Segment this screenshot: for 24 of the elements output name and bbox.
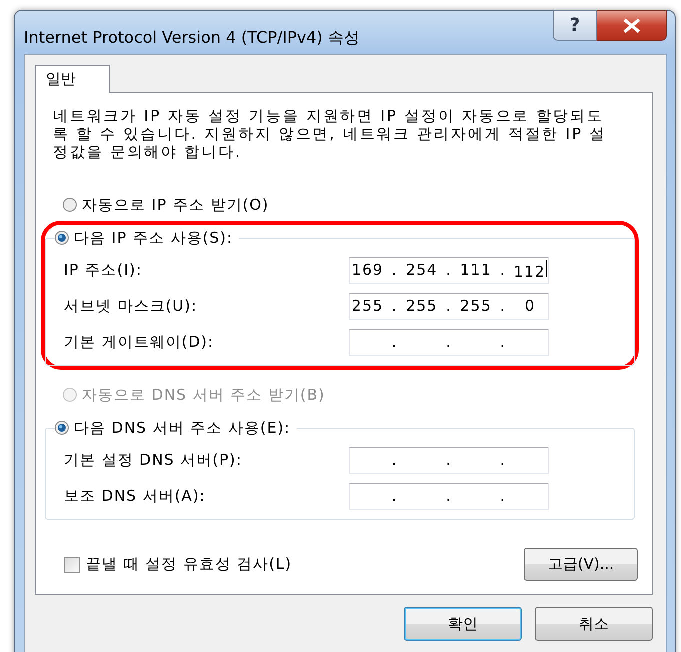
ip-address-field[interactable]: . . . [349,328,549,356]
ip-address-field[interactable]: 255 . 255 . 255 . 0 [349,292,549,320]
dialog-button[interactable]: 취소 [535,607,653,641]
validate-checkbox[interactable]: 끝낼 때 설정 유효성 검사(L) [64,555,524,574]
radio-icon [55,421,69,435]
help-button[interactable]: ? [553,10,597,41]
description-text: 네트워크가 IP 자동 설정 기능을 지원하면 IP 설정이 자동으로 할당되도록 할 수 있습니다. 지원하지 않으면, 네트워크 관리자에게 적절한 IP 설정값을 문의해야 합니다. [53,107,608,161]
radio-icon [55,231,69,245]
field-label: 기본 설정 DNS 서버(P): [64,450,244,470]
close-button[interactable] [597,10,667,41]
field-label: 기본 게이트웨이(D): [64,332,216,352]
close-icon [622,18,640,32]
field-label: IP 주소(I): [64,260,144,280]
tab[interactable]: 일반 [35,65,110,93]
advanced-button[interactable]: 고급(V)... [524,548,638,581]
field-label: 서브넷 마스크(U): [64,296,199,316]
field-label: 보조 DNS 서버(A): [64,486,207,506]
ip-address-field[interactable]: . . . [349,446,549,474]
dialog-button[interactable]: 확인 [404,607,522,641]
radio-icon [63,198,77,212]
ip-address-field[interactable]: 169 . 254 . 111 . 112 [349,256,549,284]
window-title: Internet Protocol Version 4 (TCP/IPv4) 속성 [24,28,361,49]
ip-address-field[interactable]: . . . [349,482,549,510]
radio-icon [63,388,77,402]
